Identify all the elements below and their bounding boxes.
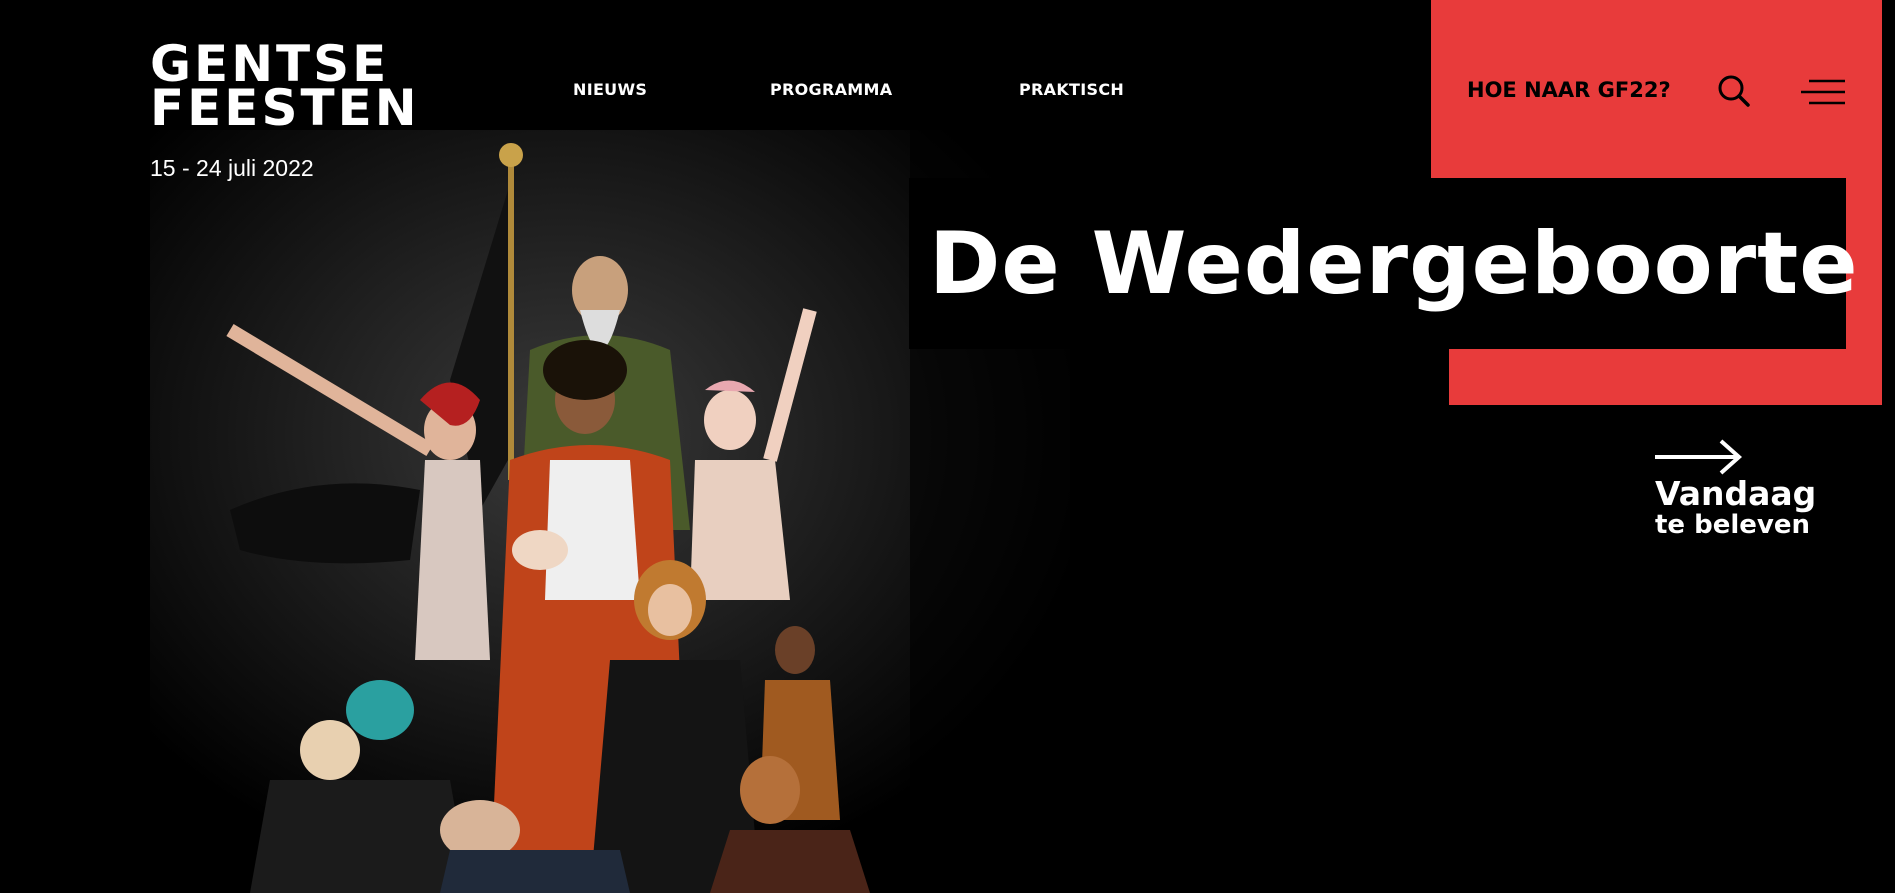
arrow-right-icon bbox=[1655, 439, 1743, 475]
hero-title-box: De Wedergeboorte bbox=[909, 178, 1858, 349]
search-icon bbox=[1718, 75, 1750, 107]
page: GENTSE FEESTEN 15 - 24 juli 2022 NIEUWS … bbox=[0, 0, 1895, 893]
nav-item-nieuws[interactable]: NIEUWS bbox=[573, 80, 647, 99]
today-link-line-1: Vandaag bbox=[1655, 474, 1817, 513]
hero-title: De Wedergeboorte bbox=[929, 213, 1859, 314]
header-action-bar: HOE NAAR GF22? bbox=[1431, 0, 1882, 178]
nav-item-praktisch[interactable]: PRAKTISCH bbox=[1019, 80, 1124, 99]
logo-line-2: FEESTEN bbox=[150, 79, 420, 137]
festival-dates: 15 - 24 juli 2022 bbox=[150, 155, 314, 181]
how-to-get-there-button[interactable]: HOE NAAR GF22? bbox=[1467, 78, 1671, 102]
menu-button[interactable] bbox=[1801, 78, 1845, 106]
search-button[interactable] bbox=[1717, 74, 1751, 108]
nav-item-programma[interactable]: PROGRAMMA bbox=[770, 80, 892, 99]
site-logo[interactable]: GENTSE FEESTEN bbox=[150, 39, 420, 137]
today-link-line-2: te beleven bbox=[1655, 510, 1810, 540]
today-link[interactable]: Vandaag te beleven bbox=[1655, 437, 1825, 539]
menu-icon bbox=[1801, 79, 1845, 105]
